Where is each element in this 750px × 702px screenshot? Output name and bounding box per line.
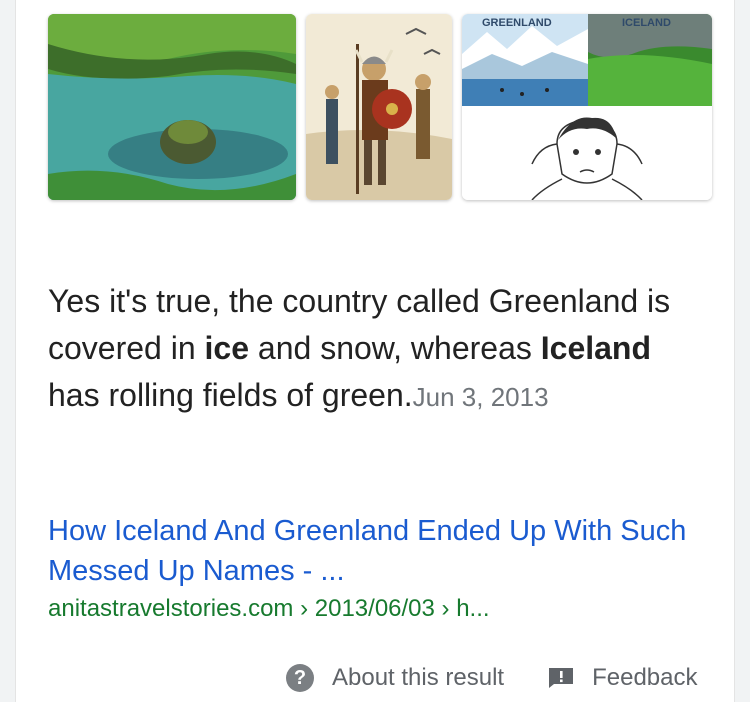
- image-vikings-thumbnail[interactable]: [306, 14, 452, 200]
- featured-snippet-text: Yes it's true, the country called Greenl…: [48, 278, 688, 421]
- snippet-text-part2: and snow, whereas: [249, 330, 541, 366]
- snippet-bold-ice: ice: [204, 330, 250, 366]
- about-this-result-label: About this result: [332, 664, 505, 691]
- result-card: GREENLAND ICELAND Yes it's true, the cou…: [16, 0, 734, 702]
- snippet-text-part3: has rolling fields of green.: [48, 377, 413, 413]
- collage-label-iceland: ICELAND: [622, 17, 671, 29]
- snippet-date: Jun 3, 2013: [412, 382, 549, 412]
- question-icon: ?: [286, 664, 314, 692]
- about-this-result-button[interactable]: ? About this result: [286, 664, 504, 692]
- feedback-label: Feedback: [592, 664, 698, 691]
- result-title-link[interactable]: How Iceland And Greenland Ended Up With …: [48, 511, 698, 591]
- result-url[interactable]: anitastravelstories.com › 2013/06/03 › h…: [48, 592, 490, 626]
- greenland-iceland-collage: GREENLAND ICELAND: [462, 14, 712, 200]
- lake-image: [48, 14, 296, 200]
- collage-label-greenland: GREENLAND: [482, 17, 552, 29]
- image-lake-thumbnail[interactable]: [48, 14, 296, 200]
- feedback-button[interactable]: Feedback: [504, 664, 698, 692]
- image-collage-thumbnail[interactable]: GREENLAND ICELAND: [462, 14, 712, 200]
- result-footer: ? About this result Feedback: [286, 658, 698, 698]
- snippet-bold-iceland: Iceland: [540, 330, 652, 366]
- vikings-image: [306, 14, 452, 200]
- feedback-icon: [549, 668, 574, 688]
